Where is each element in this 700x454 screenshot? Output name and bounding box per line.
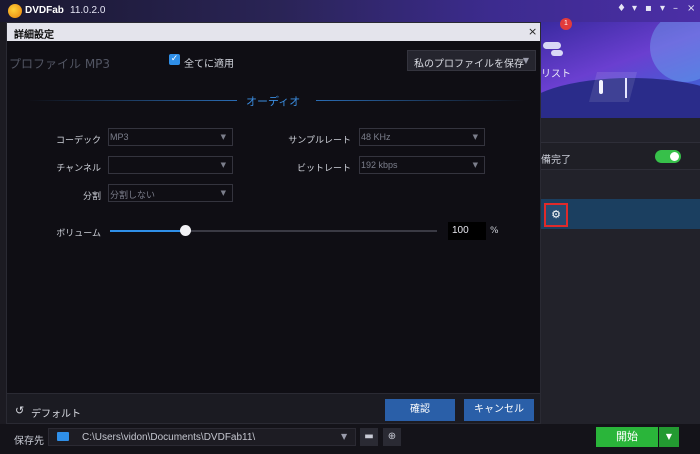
channel-select[interactable]: ▼ [108,156,233,174]
output-path-text: C:\Users\vidon\Documents\DVDFab11\ [82,432,256,443]
start-dropdown-chevron-icon[interactable]: ▼ [659,427,679,447]
bell-icon[interactable]: ♦ [617,3,626,14]
chevron-down-icon: ▼ [220,189,226,197]
dialog-header: 詳細設定 × [7,23,540,41]
notification-badge[interactable]: 1 [560,18,572,30]
split-select[interactable]: 分割しない ▼ [108,184,233,202]
chevron-down-icon: ▼ [472,133,478,141]
sample-rate-select[interactable]: 48 KHz ▼ [359,128,485,146]
list-label: リスト [541,69,571,80]
sample-rate-value: 48 KHz [361,132,391,142]
advanced-settings-dialog: 詳細設定 × プロファイル MP3 ✓ 全てに適用 私のプロファイルを保存 ▼ … [6,22,541,424]
volume-unit: % [490,226,499,236]
app-titlebar: DVDFab 11.0.2.0 ♦ ▾ ▪ ▾ – × [0,0,700,22]
volume-value-field[interactable]: 100 [448,222,486,240]
profile-title: プロファイル MP3 [9,57,111,71]
apply-all-label[interactable]: 全てに適用 [184,55,234,70]
default-button[interactable]: デフォルト [31,405,81,420]
codec-label: コーデック [55,136,101,146]
cancel-button[interactable]: キャンセル [464,399,534,421]
close-icon[interactable]: × [687,3,695,14]
globe-icon[interactable]: ⊕ [383,428,401,446]
section-divider-left [27,100,237,101]
save-profile-dropdown[interactable]: 私のプロファイルを保存 ▼ [407,50,536,71]
dvdfab-logo-icon [8,4,22,18]
split-value: 分割しない [110,190,156,200]
chevron-down-icon: ▼ [220,133,226,141]
dialog-title: 詳細設定 [14,30,54,41]
codec-select[interactable]: MP3 ▼ [108,128,233,146]
ready-toggle[interactable] [655,150,681,163]
bitrate-label: ビットレート [296,164,351,174]
section-divider-right [316,100,526,101]
bitrate-select[interactable]: 192 kbps ▼ [359,156,485,174]
chevron-down-icon: ▼ [220,161,226,169]
chevron-down-icon: ▼ [472,161,478,169]
volume-slider-track[interactable] [110,230,437,232]
codec-value: MP3 [110,132,129,142]
save-to-label: 保存先 [14,436,44,447]
section-title-audio: オーディオ [246,95,301,108]
ok-button[interactable]: 確認 [385,399,455,421]
settings-icon[interactable]: ▾ [632,3,637,14]
app-version: 11.0.2.0 [70,5,106,16]
apply-all-checkbox[interactable]: ✓ [169,54,180,65]
advanced-settings-gear-icon[interactable]: ⚙ [544,203,568,227]
sample-rate-label: サンプルレート [288,136,351,146]
split-label: 分割 [82,192,101,202]
ready-status-text: 備完了 [541,155,571,166]
reset-icon[interactable]: ↺ [15,404,24,417]
bitrate-value: 192 kbps [361,160,398,170]
volume-value: 100 [452,225,469,236]
chevron-down-icon[interactable]: ▼ [341,432,347,441]
dialog-footer [7,393,540,423]
maximize-icon[interactable]: – [673,3,678,14]
start-button[interactable]: 開始 [596,427,658,447]
volume-label: ボリューム [56,229,101,239]
save-profile-label: 私のプロファイルを保存 [414,59,524,70]
folder-icon [57,432,69,441]
app-name: DVDFab [25,5,64,16]
menu-icon[interactable]: ▾ [660,3,665,14]
chevron-down-icon: ▼ [522,56,529,65]
dialog-close-icon[interactable]: × [528,25,537,38]
volume-slider-thumb[interactable] [180,225,191,236]
minimize-icon[interactable]: ▪ [645,3,652,14]
volume-slider-fill [110,230,185,232]
channel-label: チャンネル [56,164,101,174]
browse-folder-icon[interactable]: ▬ [360,428,378,446]
